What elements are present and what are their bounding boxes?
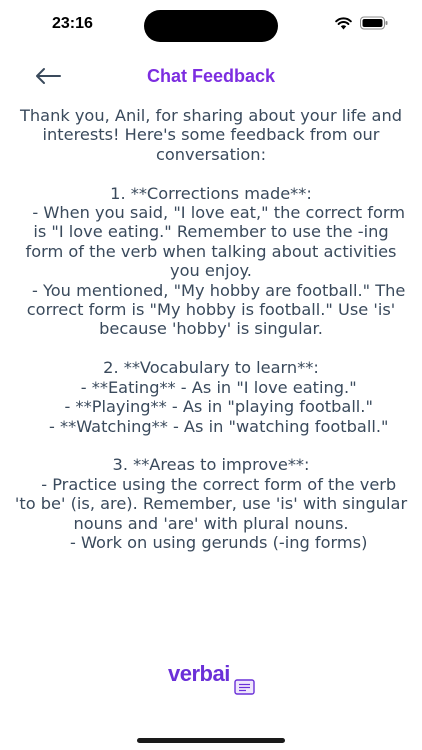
page-title: Chat Feedback bbox=[146, 66, 276, 86]
feedback-text: Thank you, Anil, for sharing about your … bbox=[14, 106, 408, 552]
dynamic-island bbox=[144, 10, 278, 42]
status-time: 23:16 bbox=[52, 15, 93, 32]
verbai-logo: verbai bbox=[166, 661, 262, 701]
home-indicator bbox=[137, 738, 285, 743]
battery-icon bbox=[360, 16, 388, 30]
chat-lines-icon bbox=[234, 679, 255, 695]
status-bar: 23:16 bbox=[0, 0, 422, 50]
status-icons bbox=[335, 16, 388, 30]
wifi-icon bbox=[335, 16, 352, 29]
logo-text: verbai bbox=[168, 661, 230, 686]
header: Chat Feedback bbox=[0, 60, 422, 96]
